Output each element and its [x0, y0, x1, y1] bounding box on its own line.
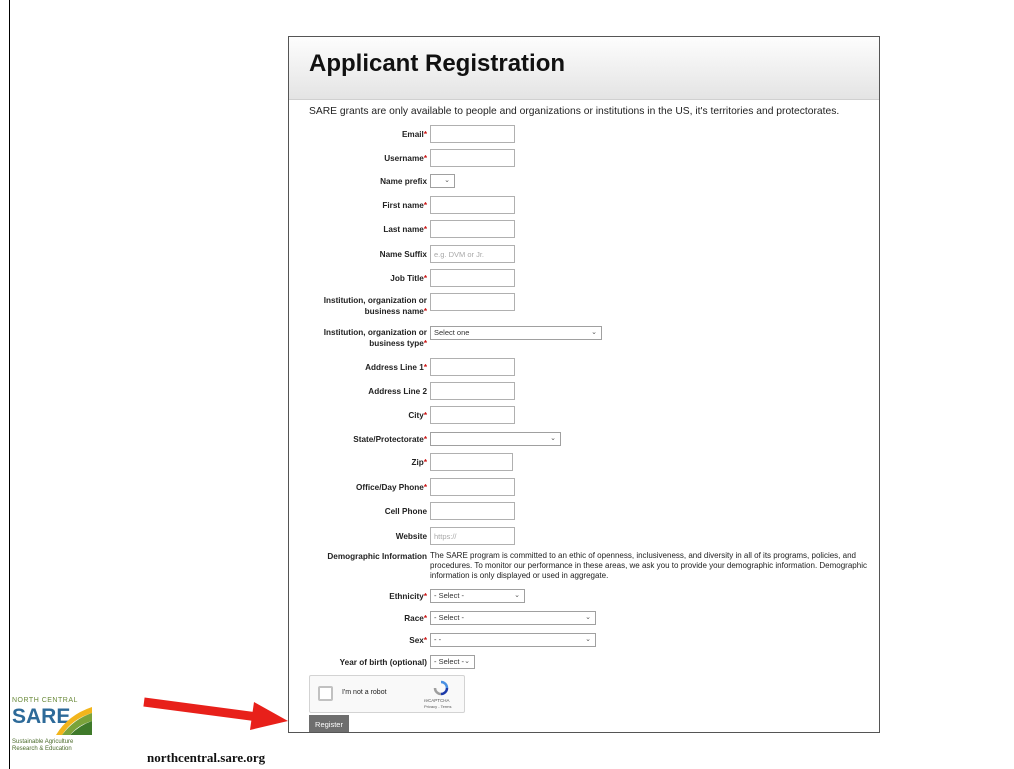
recaptcha-icon	[433, 680, 449, 696]
ethnicity-label: Ethnicity*	[389, 592, 427, 601]
form-header: Applicant Registration	[289, 37, 879, 100]
logo-tagline: Sustainable Agriculture Research & Educat…	[12, 739, 74, 752]
institution-type-select[interactable]: Select one ⌄	[430, 326, 602, 340]
register-button[interactable]: Register	[309, 715, 349, 732]
last-name-field[interactable]	[430, 220, 515, 238]
recaptcha-brand: reCAPTCHA	[424, 698, 450, 703]
sex-label: Sex*	[409, 636, 427, 645]
chevron-down-icon: ⌄	[514, 592, 520, 599]
address-line-2-label: Address Line 2	[368, 387, 427, 396]
first-name-label: First name*	[382, 201, 427, 210]
eligibility-notice: SARE grants are only available to people…	[309, 106, 840, 117]
zip-field[interactable]	[430, 453, 513, 471]
recaptcha-widget: I'm not a robot reCAPTCHA Privacy - Term…	[309, 675, 465, 713]
demographic-label: Demographic Information	[327, 552, 427, 561]
name-suffix-field[interactable]	[430, 245, 515, 263]
name-prefix-label: Name prefix	[380, 177, 427, 186]
job-title-label: Job Title*	[390, 274, 427, 283]
chevron-down-icon: ⌄	[585, 636, 591, 643]
name-prefix-select[interactable]: ⌄	[430, 174, 455, 188]
address-line-1-label: Address Line 1*	[365, 363, 427, 372]
cell-phone-label: Cell Phone	[384, 507, 427, 516]
race-label: Race*	[404, 614, 427, 623]
farm-fields-icon	[56, 707, 92, 735]
office-phone-label: Office/Day Phone*	[356, 483, 427, 492]
birth-year-select[interactable]: - Select - ⌄	[430, 655, 475, 669]
username-field[interactable]	[430, 149, 515, 167]
email-field[interactable]	[430, 125, 515, 143]
sare-logo: NORTH CENTRAL SARE Sustainable Agricultu…	[12, 697, 94, 761]
chevron-down-icon: ⌄	[444, 177, 450, 184]
job-title-field[interactable]	[430, 269, 515, 287]
institution-type-label: Institution, organization or business typ…	[323, 328, 427, 348]
ethnicity-select[interactable]: - Select - ⌄	[430, 589, 525, 603]
recaptcha-checkbox[interactable]	[318, 686, 333, 701]
sex-select[interactable]: - - ⌄	[430, 633, 596, 647]
address-line-2-field[interactable]	[430, 382, 515, 400]
registration-form-panel: Applicant Registration SARE grants are o…	[288, 36, 880, 733]
chevron-down-icon: ⌄	[464, 658, 470, 665]
username-label: Username*	[384, 154, 427, 163]
slide-left-border	[9, 0, 10, 769]
chevron-down-icon: ⌄	[591, 329, 597, 336]
cell-phone-field[interactable]	[430, 502, 515, 520]
demographic-notice: The SARE program is committed to an ethi…	[430, 551, 867, 580]
website-field[interactable]	[430, 527, 515, 545]
page-title: Applicant Registration	[309, 50, 566, 77]
site-url: northcentral.sare.org	[147, 750, 266, 765]
institution-name-label: Institution, organization or business nam…	[323, 296, 427, 316]
race-select[interactable]: - Select - ⌄	[430, 611, 596, 625]
address-line-1-field[interactable]	[430, 358, 515, 376]
chevron-down-icon: ⌄	[550, 435, 556, 442]
logo-region-text: NORTH CENTRAL	[12, 697, 78, 704]
birth-year-label: Year of birth (optional)	[339, 658, 427, 667]
first-name-field[interactable]	[430, 196, 515, 214]
email-label: Email*	[401, 130, 427, 139]
website-label: Website	[395, 532, 427, 541]
city-field[interactable]	[430, 406, 515, 424]
red-arrow-icon	[143, 697, 288, 730]
state-label: State/Protectorate*	[353, 435, 427, 444]
state-select[interactable]: ⌄	[430, 432, 561, 446]
name-suffix-label: Name Suffix	[379, 250, 427, 259]
institution-name-field[interactable]	[430, 293, 515, 311]
city-label: City*	[408, 411, 427, 420]
recaptcha-label: I'm not a robot	[342, 689, 387, 696]
chevron-down-icon: ⌄	[585, 614, 591, 621]
office-phone-field[interactable]	[430, 478, 515, 496]
last-name-label: Last name*	[383, 225, 427, 234]
recaptcha-privacy-terms-links[interactable]: Privacy - Terms	[424, 704, 451, 709]
zip-label: Zip*	[411, 458, 427, 467]
